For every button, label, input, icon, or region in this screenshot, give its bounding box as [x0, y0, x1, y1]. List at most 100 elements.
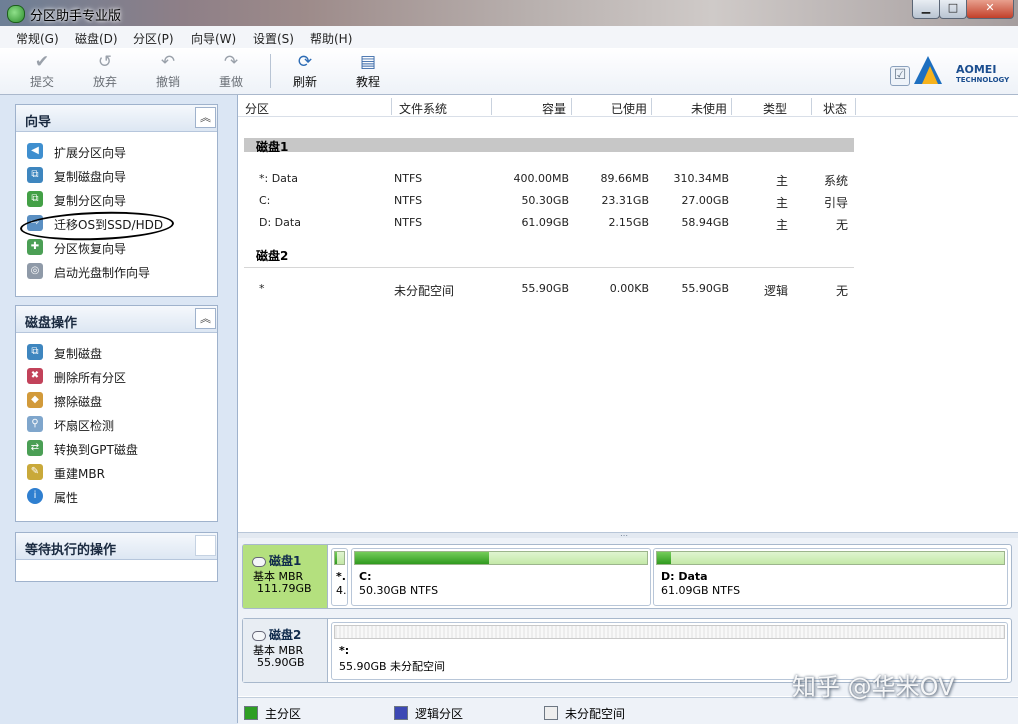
partition-block-d[interactable]: D: Data 61.09GB NTFS — [653, 548, 1008, 606]
col-filesystem[interactable]: 文件系统 — [399, 100, 447, 117]
col-separator[interactable] — [491, 98, 492, 115]
legend-swatch — [544, 706, 558, 720]
refresh-icon: ⟳ — [297, 52, 313, 72]
menu-help[interactable]: 帮助(H) — [310, 30, 352, 47]
partition-label: *. — [336, 570, 346, 583]
minimize-button[interactable]: ▁ — [912, 0, 940, 19]
table-row[interactable]: D: Data NTFS 61.09GB 2.15GB 58.94GB 主 无 — [238, 213, 1018, 233]
table-row[interactable]: *: Data NTFS 400.00MB 89.66MB 310.34MB 主… — [238, 169, 1018, 189]
copy-disk-icon: ⧉ — [27, 344, 43, 360]
boot-disc-icon: ◎ — [27, 263, 43, 279]
pending-ops-panel: 等待执行的操作 — [15, 532, 218, 582]
commit-button[interactable]: ✔ 提交 — [17, 51, 67, 90]
cell-capacity: 50.30GB — [521, 194, 569, 207]
menu-settings[interactable]: 设置(S) — [253, 30, 294, 47]
col-separator[interactable] — [651, 98, 652, 115]
legend-logical: 逻辑分区 — [394, 705, 463, 722]
partition-label: C: — [359, 570, 372, 583]
logo-mark-accent — [922, 66, 938, 84]
legend-label: 未分配空间 — [565, 707, 626, 721]
disk-icon — [252, 630, 266, 641]
eraser-icon: ◆ — [27, 392, 43, 408]
close-button[interactable]: ✕ — [966, 0, 1014, 19]
cell-capacity: 61.09GB — [521, 216, 569, 229]
wizard-item-label: 分区恢复向导 — [54, 242, 127, 256]
col-status[interactable]: 状态 — [823, 100, 847, 117]
disk-group-header[interactable]: 磁盘2 — [256, 247, 288, 264]
col-partition[interactable]: 分区 — [245, 100, 269, 117]
disk-icon — [252, 556, 266, 567]
col-separator[interactable] — [811, 98, 812, 115]
bad-sector-icon: ⚲ — [27, 416, 43, 432]
col-separator[interactable] — [391, 98, 392, 115]
usage-fill — [355, 552, 490, 564]
op-item-label: 擦除磁盘 — [54, 395, 103, 409]
refresh-button[interactable]: ⟳ 刷新 — [280, 51, 330, 90]
legend-swatch — [244, 706, 258, 720]
discard-label: 放弃 — [92, 75, 117, 89]
cell-status: 系统 — [824, 174, 849, 188]
op-item-label: 重建MBR — [54, 467, 105, 481]
partition-view: 分区 文件系统 容量 已使用 未使用 类型 状态 磁盘1 *: Data NTF… — [237, 95, 1018, 724]
legend-primary: 主分区 — [244, 705, 301, 722]
disk-group-divider — [244, 267, 854, 268]
partition-block-c[interactable]: C: 50.30GB NTFS — [351, 548, 651, 606]
disk-ops-panel-title: 磁盘操作 — [25, 316, 78, 331]
partition-block-system[interactable]: *. 4. — [331, 548, 348, 606]
toolbar-separator — [270, 54, 271, 88]
undo-icon: ↶ — [160, 52, 176, 72]
disk-ops-panel-header: 磁盘操作 ︽ — [16, 306, 217, 333]
col-capacity[interactable]: 容量 — [542, 100, 566, 117]
menu-general[interactable]: 常规(G) — [16, 30, 59, 47]
cell-status: 无 — [836, 218, 849, 232]
aomei-logo: AOMEI TECHNOLOGY — [914, 56, 1009, 88]
cell-partition: *: Data — [259, 172, 298, 185]
partition-label: *: — [339, 644, 350, 657]
usage-bar — [334, 551, 345, 565]
maximize-button[interactable]: □ — [939, 0, 967, 19]
cell-free: 310.34MB — [673, 172, 729, 185]
redo-button[interactable]: ↷ 重做 — [206, 51, 256, 90]
partition-recovery-icon: ✚ — [27, 239, 43, 255]
discard-button[interactable]: ↺ 放弃 — [80, 51, 130, 90]
tutorial-label: 教程 — [355, 75, 380, 89]
wizard-item-label: 扩展分区向导 — [54, 146, 127, 160]
disk-map-label: 磁盘1 基本 MBR 111.79GB — [243, 545, 328, 608]
wizard-panel-title: 向导 — [25, 115, 52, 130]
feedback-icon[interactable]: ☑ — [890, 66, 910, 86]
tutorial-button[interactable]: ▤ 教程 — [343, 51, 393, 90]
redo-icon: ↷ — [223, 52, 239, 72]
op-item-label: 转换到GPT磁盘 — [54, 443, 138, 457]
left-pane: 向导 ︽ ◀ 扩展分区向导 ⧉ 复制磁盘向导 ⧉ 复制分区向导 ⇨ 迁移OS到S… — [0, 95, 236, 723]
col-free[interactable]: 未使用 — [691, 100, 727, 117]
cell-filesystem: 未分配空间 — [394, 284, 455, 298]
col-separator[interactable] — [731, 98, 732, 115]
pending-ops-panel-header: 等待执行的操作 — [16, 533, 217, 560]
wizard-item-label: 复制分区向导 — [54, 194, 127, 208]
table-row[interactable]: C: NTFS 50.30GB 23.31GB 27.00GB 主 引导 — [238, 191, 1018, 211]
undo-button[interactable]: ↶ 撤销 — [143, 51, 193, 90]
partition-desc: 4. — [336, 584, 347, 597]
disk-group-name: 磁盘1 — [256, 140, 289, 154]
rebuild-mbr-icon: ✎ — [27, 464, 43, 480]
menu-disk[interactable]: 磁盘(D) — [75, 30, 118, 47]
collapse-wizard-button[interactable]: ︽ — [195, 107, 216, 128]
disk-map-row[interactable]: 磁盘1 基本 MBR 111.79GB *. 4. C: 50.30GB NTF… — [242, 544, 1012, 609]
cell-filesystem: NTFS — [394, 216, 423, 229]
op-item-label: 坏扇区检测 — [54, 419, 115, 433]
disk-map-name-text: 磁盘2 — [269, 628, 302, 642]
col-separator[interactable] — [571, 98, 572, 115]
cell-free: 58.94GB — [681, 216, 729, 229]
disk-map-name-text: 磁盘1 — [269, 554, 302, 568]
info-icon: i — [27, 488, 43, 504]
collapse-pending-button[interactable] — [195, 535, 216, 556]
table-row[interactable]: * 未分配空间 55.90GB 0.00KB 55.90GB 逻辑 无 — [238, 279, 1018, 299]
menu-partition[interactable]: 分区(P) — [133, 30, 174, 47]
wizard-item-label: 启动光盘制作向导 — [54, 266, 151, 280]
col-used[interactable]: 已使用 — [611, 100, 647, 117]
menu-wizard[interactable]: 向导(W) — [191, 30, 236, 47]
col-separator[interactable] — [855, 98, 856, 115]
collapse-disk-ops-button[interactable]: ︽ — [195, 308, 216, 329]
disk-group-header[interactable]: 磁盘1 — [244, 138, 854, 154]
col-type[interactable]: 类型 — [763, 100, 787, 117]
